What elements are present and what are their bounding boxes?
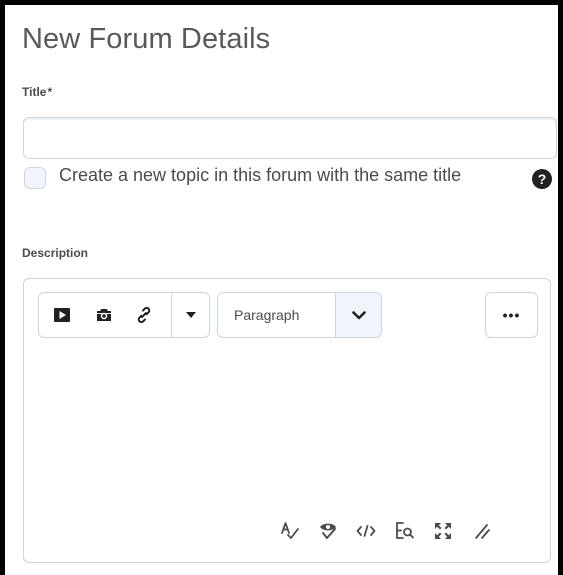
- more-actions-button[interactable]: •••: [485, 292, 538, 338]
- resize-icon: [475, 524, 490, 539]
- accessibility-check-icon: [320, 523, 336, 539]
- paragraph-format-select[interactable]: Paragraph: [217, 292, 382, 338]
- preview-icon: [396, 522, 414, 539]
- chevron-down-icon: [351, 310, 366, 319]
- spellcheck-icon: [281, 522, 299, 539]
- more-insert-dropdown-button[interactable]: [172, 293, 210, 337]
- source-code-icon: [356, 525, 376, 537]
- insert-link-button[interactable]: [127, 293, 161, 337]
- ellipsis-icon: •••: [502, 307, 521, 323]
- description-editor[interactable]: Paragraph •••: [23, 278, 551, 563]
- same-title-checkbox-label[interactable]: Create a new topic in this forum with th…: [59, 165, 461, 186]
- fullscreen-button[interactable]: [429, 517, 457, 545]
- forum-details-panel: New Forum Details Title* Create a new to…: [0, 0, 563, 575]
- camera-icon: [97, 309, 111, 321]
- insert-image-button[interactable]: [87, 293, 121, 337]
- title-label: Title*: [22, 85, 52, 99]
- insert-video-button[interactable]: [45, 293, 79, 337]
- format-select-value: Paragraph: [234, 307, 300, 323]
- title-input[interactable]: [23, 117, 557, 159]
- spellcheck-button[interactable]: [276, 517, 304, 545]
- same-title-checkbox[interactable]: [24, 167, 46, 189]
- resize-handle[interactable]: [468, 517, 496, 545]
- description-label: Description: [22, 246, 89, 260]
- link-icon: [137, 306, 151, 324]
- source-code-button[interactable]: [352, 517, 380, 545]
- required-mark: *: [47, 85, 53, 99]
- title-label-text: Title: [22, 85, 47, 99]
- format-select-toggle[interactable]: [335, 293, 381, 337]
- help-icon[interactable]: ?: [532, 169, 552, 189]
- video-icon: [54, 308, 70, 322]
- insert-toolbar-group: [38, 292, 210, 338]
- preview-button[interactable]: [391, 517, 419, 545]
- caret-down-icon: [186, 312, 196, 318]
- accessibility-check-button[interactable]: [314, 517, 342, 545]
- page-title: New Forum Details: [22, 23, 271, 55]
- fullscreen-icon: [435, 523, 451, 539]
